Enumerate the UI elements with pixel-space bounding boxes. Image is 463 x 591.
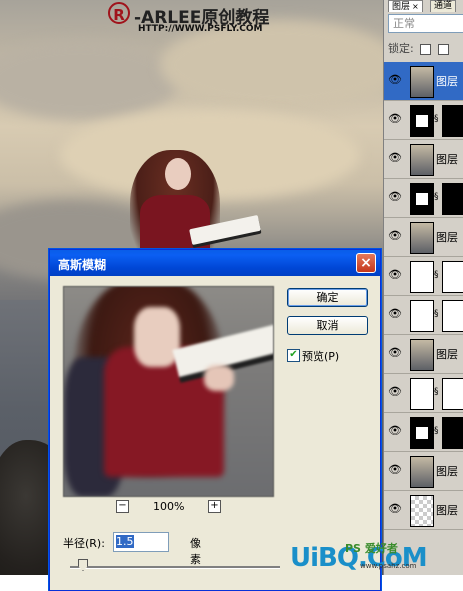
link-icon: §	[434, 309, 439, 319]
eye-icon[interactable]: 👁	[388, 113, 402, 124]
eye-icon[interactable]: 👁	[388, 152, 402, 163]
adjustment-thumbnail	[410, 417, 434, 449]
mask-thumbnail	[442, 417, 463, 449]
zoom-out-button[interactable]: −	[116, 500, 129, 513]
layer-row[interactable]: 👁 §	[384, 179, 463, 218]
radius-unit: 像素	[190, 537, 201, 566]
layers-panel: 图层 × 通道 正常 锁定: 👁 图层 👁 § 👁 图层 👁 § 👁 图层 👁 …	[383, 0, 463, 575]
layer-row[interactable]: 👁 图层	[384, 491, 463, 530]
eye-icon[interactable]: 👁	[388, 269, 402, 280]
eye-icon[interactable]: 👁	[388, 347, 402, 358]
preview-checkbox-label[interactable]: 预览(P)	[302, 348, 339, 364]
preview-checkbox[interactable]: ✔	[287, 349, 300, 362]
mask-thumbnail	[442, 300, 463, 332]
eye-icon[interactable]: 👁	[388, 386, 402, 397]
adjustment-thumbnail	[410, 105, 434, 137]
blur-preview[interactable]	[63, 286, 274, 497]
layer-row[interactable]: 👁 图层	[384, 335, 463, 374]
adjustment-thumbnail	[410, 183, 434, 215]
eye-icon[interactable]: 👁	[388, 503, 402, 514]
eye-icon[interactable]: 👁	[388, 464, 402, 475]
eye-icon[interactable]: 👁	[388, 230, 402, 241]
blend-mode-select[interactable]: 正常	[388, 14, 463, 33]
layer-thumbnail	[410, 144, 434, 176]
preview-hand	[204, 365, 234, 391]
close-icon[interactable]: ×	[412, 2, 419, 11]
tab-label: 图层	[392, 2, 411, 12]
girl-dress	[140, 195, 210, 255]
watermark-url: www.psahz.com	[360, 562, 417, 570]
ok-button[interactable]: 确定	[287, 288, 368, 307]
adjustment-thumbnail	[410, 378, 434, 410]
layer-name: 图层	[436, 75, 458, 88]
dialog-title: 高斯模糊	[58, 258, 107, 272]
layer-row[interactable]: 👁 §	[384, 296, 463, 335]
layer-row[interactable]: 👁 §	[384, 413, 463, 452]
layer-thumbnail	[410, 66, 434, 98]
lock-label: 锁定:	[388, 42, 414, 55]
layer-row[interactable]: 👁 §	[384, 374, 463, 413]
tab-layers[interactable]: 图层 ×	[388, 0, 423, 12]
watermark-sub: PS 爱好者	[345, 542, 398, 555]
zoom-level: 100%	[153, 500, 185, 513]
link-icon: §	[434, 192, 439, 202]
layer-name: 图层	[436, 465, 458, 478]
radius-value: 1.5	[116, 535, 134, 548]
layer-row[interactable]: 👁 图层	[384, 452, 463, 491]
layer-thumbnail	[410, 222, 434, 254]
lock-transparency-icon[interactable]	[420, 43, 432, 55]
radius-slider-thumb[interactable]	[78, 559, 88, 571]
cancel-button[interactable]: 取消	[287, 316, 368, 335]
layer-thumbnail	[410, 495, 434, 527]
layer-name: 图层	[436, 504, 458, 517]
radius-input[interactable]: 1.5	[113, 532, 169, 552]
link-icon: §	[434, 270, 439, 280]
tab-channels[interactable]: 通道	[430, 0, 457, 12]
layer-list: 👁 图层 👁 § 👁 图层 👁 § 👁 图层 👁 § 👁 § 👁 图层 👁 § …	[384, 62, 463, 530]
layer-name: 图层	[436, 153, 458, 166]
layer-row[interactable]: 👁 图层	[384, 62, 463, 101]
layer-name: 图层	[436, 348, 458, 361]
link-icon: §	[434, 387, 439, 397]
layer-thumbnail	[410, 339, 434, 371]
eye-icon[interactable]: 👁	[388, 308, 402, 319]
zoom-controls: − 100% +	[116, 500, 226, 514]
site-watermark: UiBQ.CoM PS 爱好者 www.psahz.com	[290, 540, 463, 575]
panel-tabs: 图层 × 通道	[384, 0, 463, 12]
tab-label: 通道	[434, 1, 453, 11]
adjustment-thumbnail	[410, 300, 434, 332]
lock-pixels-icon[interactable]	[437, 43, 449, 55]
dialog-titlebar[interactable]: 高斯模糊 ×	[50, 250, 380, 276]
eye-icon[interactable]: 👁	[388, 425, 402, 436]
mask-thumbnail	[442, 105, 463, 137]
layer-name: 图层	[436, 231, 458, 244]
eye-icon[interactable]: 👁	[388, 74, 402, 85]
girl-face	[165, 158, 191, 190]
logo-url: HTTP://WWW.PSFLY.COM	[138, 24, 263, 34]
link-icon: §	[434, 114, 439, 124]
close-button[interactable]: ×	[356, 253, 376, 273]
link-icon: §	[434, 426, 439, 436]
mask-thumbnail	[442, 183, 463, 215]
zoom-in-button[interactable]: +	[208, 500, 221, 513]
preview-neck	[134, 307, 180, 367]
adjustment-thumbnail	[410, 261, 434, 293]
radius-label: 半径(R):	[63, 537, 105, 550]
registered-icon: R	[108, 2, 130, 24]
radius-slider-track[interactable]	[70, 566, 280, 569]
layer-row[interactable]: 👁 图层	[384, 218, 463, 257]
layer-row[interactable]: 👁 图层	[384, 140, 463, 179]
layer-row[interactable]: 👁 §	[384, 257, 463, 296]
mask-thumbnail	[442, 261, 463, 293]
eye-icon[interactable]: 👁	[388, 191, 402, 202]
lock-row: 锁定:	[388, 40, 449, 56]
layer-thumbnail	[410, 456, 434, 488]
layer-row[interactable]: 👁 §	[384, 101, 463, 140]
cloud	[0, 40, 180, 120]
mask-thumbnail	[442, 378, 463, 410]
